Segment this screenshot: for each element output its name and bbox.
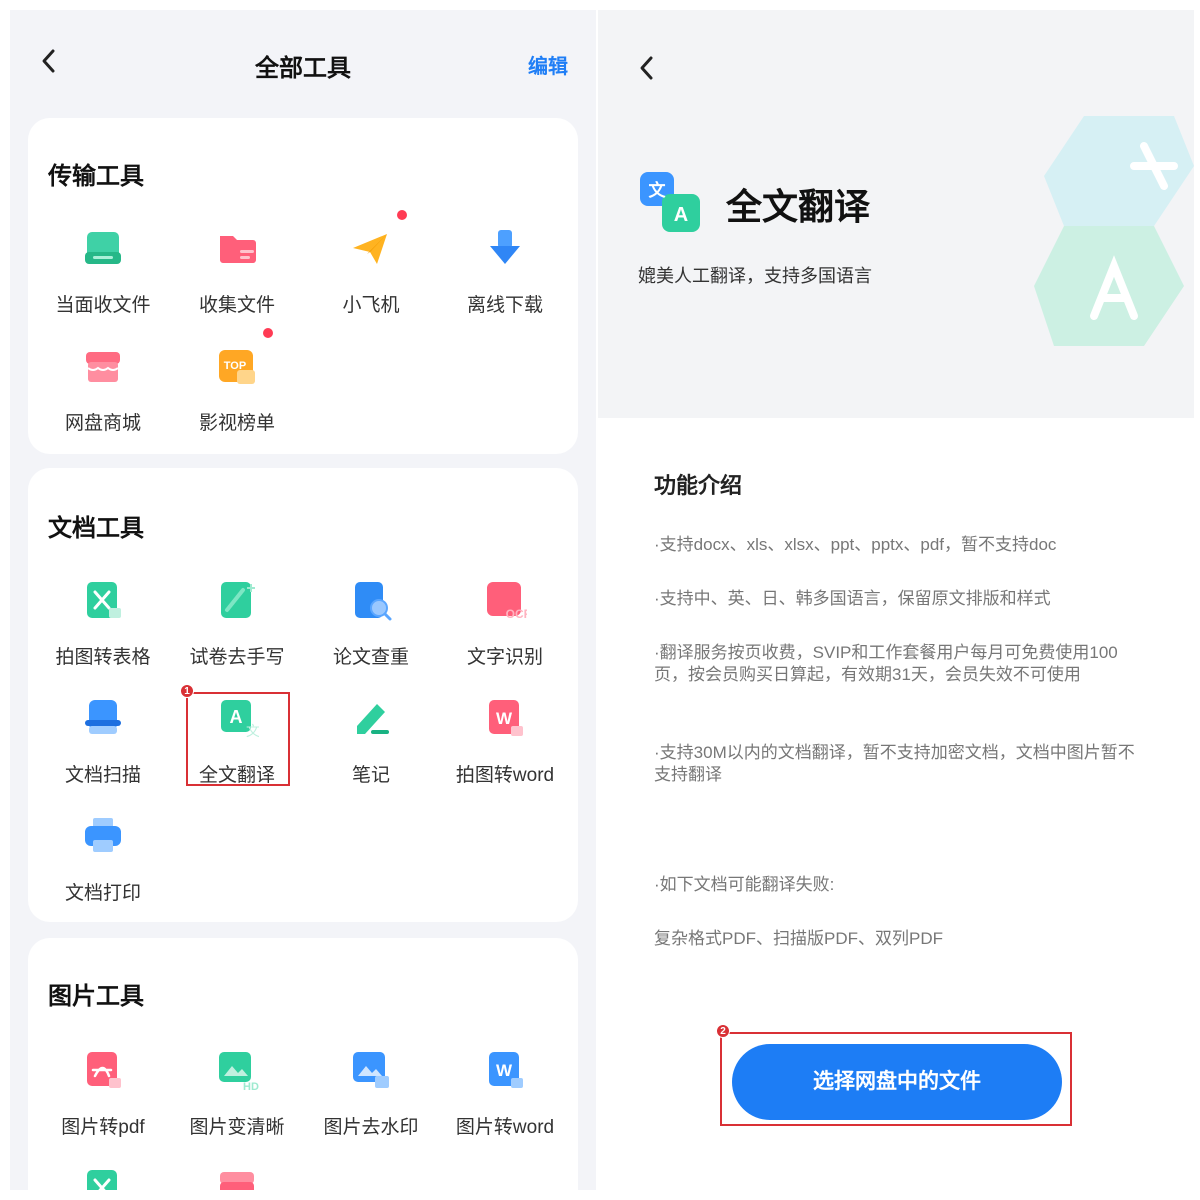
notification-dot xyxy=(263,328,273,338)
photo-to-sheet-icon xyxy=(81,578,125,622)
tool-notes[interactable]: 笔记 xyxy=(304,696,438,787)
intro-title: 功能介绍 xyxy=(654,473,743,498)
translate-logo-icon: 文 A xyxy=(640,172,700,232)
feature-title: 全文翻译 xyxy=(726,186,871,227)
section-title: 文档工具 xyxy=(48,515,144,542)
tool-photo-to-sheet[interactable]: 拍图转表格 xyxy=(36,578,170,669)
step-badge-1: 1 xyxy=(180,684,194,698)
tool-doc-scan[interactable]: 文档扫描 xyxy=(36,696,170,787)
top-chart-icon: TOP xyxy=(215,328,273,388)
feature-item: 复杂格式PDF、扫描版PDF、双列PDF xyxy=(654,929,943,948)
logo-en-glyph: A xyxy=(674,204,688,226)
store-icon xyxy=(81,344,125,388)
tool-label: 文字识别 xyxy=(466,647,543,668)
tool-label: 网盘商城 xyxy=(64,413,141,434)
tool-store[interactable]: 网盘商城 xyxy=(36,344,170,435)
document-tools-card: 文档工具 拍图转表格 试卷去手写 论文查重 OCR 文字识别 xyxy=(28,468,578,922)
image-to-pdf-icon xyxy=(81,1048,125,1092)
tool-label: 当面收文件 xyxy=(55,295,151,316)
image-enhance-icon: HD xyxy=(215,1048,259,1093)
tool-image-to-word[interactable]: W 图片转word xyxy=(438,1048,572,1139)
image-to-word-icon: W xyxy=(483,1048,527,1092)
ocr-icon: OCR xyxy=(483,578,533,622)
tool-collect-files[interactable]: 收集文件 xyxy=(170,226,304,317)
image-tools-card: 图片工具 图片转pdf HD 图片变清晰 图片去水印 W 图片转word xyxy=(28,938,578,1190)
tool-image-enhance[interactable]: HD 图片变清晰 xyxy=(170,1048,304,1139)
hd-glyph: HD xyxy=(243,1081,259,1092)
doc-scan-icon xyxy=(81,696,125,740)
pen-note-icon xyxy=(349,696,393,740)
feature-item: ·翻译服务按页收费，SVIP和工作套餐用户每月可免费使用100页，按会员购买日算… xyxy=(654,643,1118,684)
tool-remove-watermark[interactable]: 图片去水印 xyxy=(304,1048,438,1139)
store-icon xyxy=(215,1166,259,1190)
tool-receive-files[interactable]: 当面收文件 xyxy=(36,226,170,317)
word-glyph: W xyxy=(496,709,513,728)
tool-ocr[interactable]: OCR 文字识别 xyxy=(438,578,572,669)
ocr-text: OCR xyxy=(506,607,527,621)
tool-label: 论文查重 xyxy=(332,647,409,668)
translate-detail-screen: 文 A 全文翻译 媲美人工翻译，支持多国语言 功能介绍 ·支持docx、xls、… xyxy=(598,10,1194,1190)
step-badge-2: 2 xyxy=(716,1024,730,1038)
tool-label: 图片转word xyxy=(455,1117,555,1138)
tool-partial-1[interactable] xyxy=(36,1166,170,1190)
tools-screen: 全部工具 编辑 传输工具 当面收文件 收集文件 小飞机 离线下载 网盘商城 TO… xyxy=(10,10,596,1190)
logo-zh-glyph: 文 xyxy=(649,180,667,201)
word-glyph: W xyxy=(496,1061,513,1080)
top-badge-text: TOP xyxy=(224,360,246,372)
tool-label: 图片去水印 xyxy=(323,1117,419,1138)
section-title: 传输工具 xyxy=(48,163,144,190)
top-bar: 全部工具 编辑 xyxy=(10,10,596,114)
remove-handwriting-icon xyxy=(215,578,259,622)
chevron-left-icon xyxy=(640,56,653,80)
tray-receive-icon xyxy=(81,226,125,270)
tool-label: 收集文件 xyxy=(198,295,275,316)
section-title: 图片工具 xyxy=(48,983,144,1010)
photo-to-word-icon: W xyxy=(483,696,527,740)
feature-item: ·支持docx、xls、xlsx、ppt、pptx、pdf，暂不支持doc xyxy=(654,535,1057,554)
tool-partial-2[interactable] xyxy=(170,1166,304,1190)
tool-label: 试卷去手写 xyxy=(189,647,285,668)
folder-collect-icon xyxy=(215,226,259,270)
paper-check-icon xyxy=(349,578,393,622)
feature-item: ·如下文档可能翻译失败: xyxy=(654,875,835,894)
remove-watermark-icon xyxy=(349,1048,393,1092)
feature-subtitle: 媲美人工翻译，支持多国语言 xyxy=(638,266,872,286)
transfer-tools-card: 传输工具 当面收文件 收集文件 小飞机 离线下载 网盘商城 TOP 影视榜单 xyxy=(28,118,578,454)
tool-top-chart[interactable]: TOP 影视榜单 xyxy=(170,328,304,435)
page-title: 全部工具 xyxy=(255,55,351,82)
printer-icon xyxy=(81,814,125,858)
tool-label: 文档打印 xyxy=(64,883,141,904)
tool-label: 拍图转表格 xyxy=(55,647,151,668)
tool-print[interactable]: 文档打印 xyxy=(36,814,170,905)
notification-dot xyxy=(397,210,407,220)
tool-label: 小飞机 xyxy=(342,295,400,316)
tool-label: 图片变清晰 xyxy=(189,1117,285,1138)
tool-remove-handwriting[interactable]: 试卷去手写 xyxy=(170,578,304,669)
tool-image-to-pdf[interactable]: 图片转pdf xyxy=(36,1048,170,1139)
hero-banner: 文 A 全文翻译 媲美人工翻译，支持多国语言 xyxy=(598,10,1194,418)
photo-to-sheet-icon xyxy=(81,1166,125,1190)
back-button[interactable] xyxy=(636,54,658,82)
tool-photo-to-word[interactable]: W 拍图转word xyxy=(438,696,572,787)
highlight-box-translate xyxy=(186,692,290,786)
tool-paper-check[interactable]: 论文查重 xyxy=(304,578,438,669)
tool-label: 影视榜单 xyxy=(198,413,275,434)
feature-item: ·支持30M以内的文档翻译，暂不支持加密文档，文档中图片暂不支持翻译 xyxy=(654,743,1135,784)
paper-plane-icon xyxy=(349,210,407,270)
background-translate-icon xyxy=(1034,116,1194,346)
tool-label: 离线下载 xyxy=(466,295,543,316)
tool-offline-download[interactable]: 离线下载 xyxy=(438,226,572,317)
tool-paper-plane[interactable]: 小飞机 xyxy=(304,210,438,317)
download-arrow-icon xyxy=(483,226,527,270)
tool-label: 笔记 xyxy=(351,765,390,786)
edit-button[interactable]: 编辑 xyxy=(528,50,568,79)
feature-item: ·支持中、英、日、韩多国语言，保留原文排版和样式 xyxy=(654,589,1051,608)
highlight-box-cta xyxy=(720,1032,1072,1126)
tool-label: 拍图转word xyxy=(455,765,555,786)
tool-label: 图片转pdf xyxy=(61,1117,145,1138)
tool-label: 文档扫描 xyxy=(64,765,141,786)
